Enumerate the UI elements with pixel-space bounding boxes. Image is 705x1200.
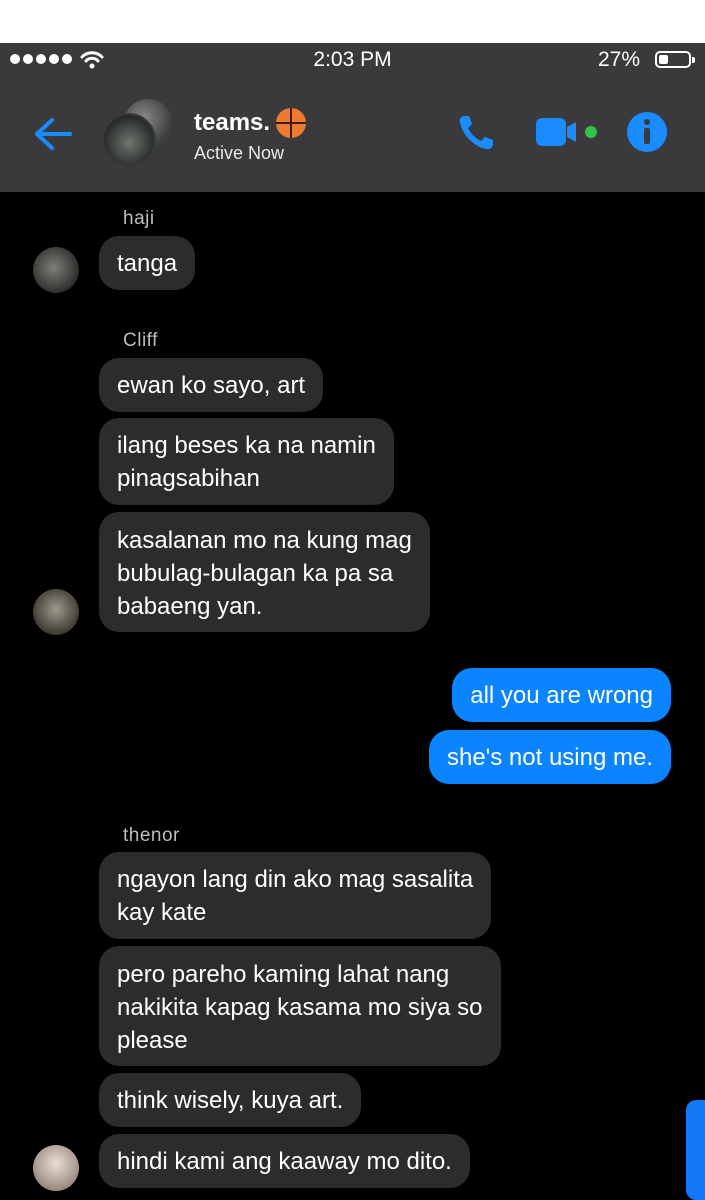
avatar[interactable] xyxy=(33,247,79,293)
outgoing-message-bubble[interactable]: all you are wrong xyxy=(452,668,671,722)
sender-name: haji xyxy=(123,208,155,229)
message-bubble[interactable]: ilang beses ka na namin pinagsabihan xyxy=(99,418,394,505)
message-bubble[interactable]: hindi kami ang kaaway mo dito. xyxy=(99,1134,470,1188)
scroll-to-bottom-handle[interactable] xyxy=(686,1100,705,1200)
message-bubble[interactable]: think wisely, kuya art. xyxy=(99,1073,362,1127)
chat-title-text: teams. xyxy=(194,109,271,136)
active-status: Active Now xyxy=(194,143,285,163)
message-bubble[interactable]: ngayon lang din ako mag sasalita kay kat… xyxy=(99,852,492,939)
basketball-icon xyxy=(276,108,307,138)
video-icon[interactable] xyxy=(534,115,600,149)
back-arrow-icon[interactable] xyxy=(32,116,72,152)
outgoing-message-bubble[interactable]: she's not using me. xyxy=(428,730,671,784)
avatar[interactable] xyxy=(33,589,79,635)
sender-name: Cliff xyxy=(123,330,158,351)
top-margin xyxy=(0,0,705,43)
sender-name: thenor xyxy=(123,825,180,846)
member-photo-2 xyxy=(102,113,156,167)
chat-title[interactable]: teams. xyxy=(194,108,307,138)
battery-icon xyxy=(655,51,695,68)
avatar[interactable] xyxy=(33,1145,79,1191)
message-bubble[interactable]: pero pareho kaming lahat nang nakikita k… xyxy=(99,946,501,1066)
group-avatar[interactable] xyxy=(102,97,174,167)
phone-icon[interactable] xyxy=(456,113,496,153)
battery-percent: 27% xyxy=(597,48,640,71)
message-bubble[interactable]: kasalanan mo na kung mag bubulag-bulagan… xyxy=(99,512,430,632)
message-bubble[interactable]: ewan ko sayo, art xyxy=(99,358,324,412)
message-bubble[interactable]: tanga xyxy=(99,236,196,290)
info-icon[interactable] xyxy=(626,111,668,153)
